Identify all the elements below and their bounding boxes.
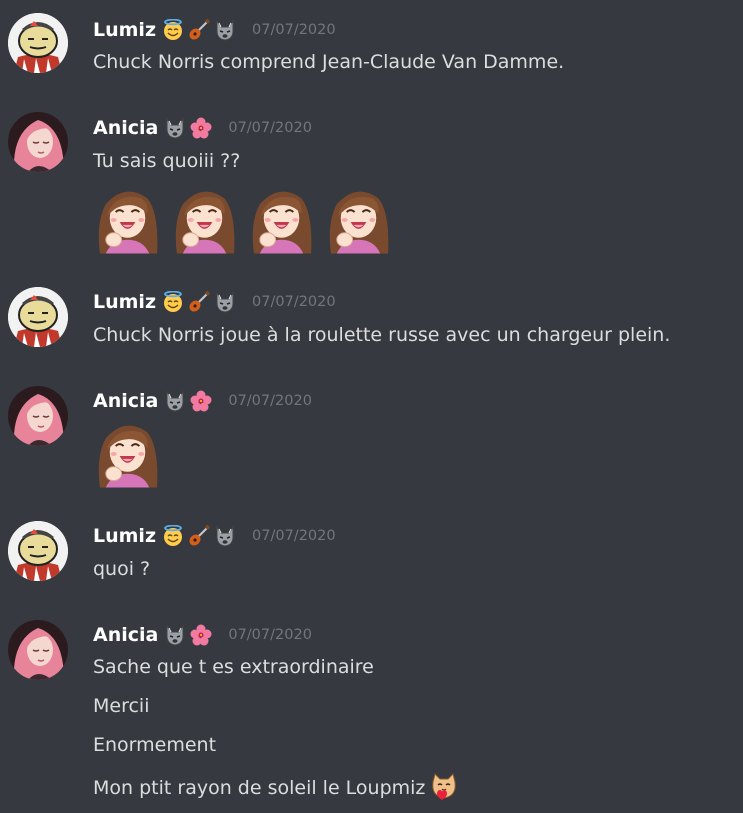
wolf-icon [214, 525, 236, 547]
message-header: Lumiz 07/07/2020 [93, 524, 336, 548]
avatar[interactable] [8, 521, 68, 581]
message-text: Mercii [93, 695, 150, 717]
username[interactable]: Anicia [93, 117, 158, 139]
emote-row [92, 182, 394, 254]
emote-row [92, 416, 163, 488]
message-text: Sache que t es extraordinaire [93, 656, 374, 678]
halo-smile-icon [162, 291, 184, 313]
timestamp: 07/07/2020 [252, 528, 336, 544]
username[interactable]: Lumiz [93, 525, 156, 547]
timestamp: 07/07/2020 [252, 22, 336, 38]
guitar-icon [188, 291, 210, 313]
timestamp: 07/07/2020 [228, 627, 312, 643]
message-text: Chuck Norris comprend Jean-Claude Van Da… [93, 51, 565, 73]
message-text: Tu sais quoiii ?? [93, 150, 241, 172]
username[interactable]: Anicia [93, 390, 158, 412]
wolf-icon [214, 291, 236, 313]
laughing-girl-emote[interactable] [92, 182, 163, 254]
laughing-girl-emote[interactable] [246, 182, 317, 254]
halo-smile-icon [162, 19, 184, 41]
message-text: Enormement [93, 734, 217, 756]
message-header: Lumiz 07/07/2020 [93, 290, 336, 314]
message-text: Mon ptit rayon de soleil le Loupmiz [93, 777, 426, 799]
chat-log: Lumiz 07/07/2020 Chuck Norris comprend J… [0, 0, 743, 813]
laughing-girl-emote[interactable] [92, 416, 163, 488]
avatar[interactable] [8, 386, 68, 446]
avatar[interactable] [8, 620, 68, 680]
cat-heart-emote[interactable] [429, 772, 459, 800]
message-text: Chuck Norris joue à la roulette russe av… [93, 324, 671, 346]
hibiscus-icon [190, 390, 212, 412]
message-text: quoi ? [93, 558, 151, 580]
wolf-icon [214, 19, 236, 41]
guitar-icon [188, 19, 210, 41]
guitar-icon [188, 525, 210, 547]
username[interactable]: Lumiz [93, 291, 156, 313]
message-header: Anicia 07/07/2020 [93, 116, 312, 140]
wolf-icon [164, 117, 186, 139]
halo-smile-icon [162, 525, 184, 547]
message-header: Anicia 07/07/2020 [93, 389, 312, 413]
avatar[interactable] [8, 287, 68, 347]
hibiscus-icon [190, 117, 212, 139]
timestamp: 07/07/2020 [252, 294, 336, 310]
avatar[interactable] [8, 112, 68, 172]
username[interactable]: Lumiz [93, 19, 156, 41]
wolf-icon [164, 624, 186, 646]
hibiscus-icon [190, 624, 212, 646]
timestamp: 07/07/2020 [228, 120, 312, 136]
message-header: Lumiz 07/07/2020 [93, 18, 336, 42]
message-header: Anicia 07/07/2020 [93, 623, 312, 647]
laughing-girl-emote[interactable] [323, 182, 394, 254]
username[interactable]: Anicia [93, 624, 158, 646]
avatar[interactable] [8, 13, 68, 73]
timestamp: 07/07/2020 [228, 393, 312, 409]
wolf-icon [164, 390, 186, 412]
message-text-with-emote: Mon ptit rayon de soleil le Loupmiz [93, 772, 459, 800]
laughing-girl-emote[interactable] [169, 182, 240, 254]
